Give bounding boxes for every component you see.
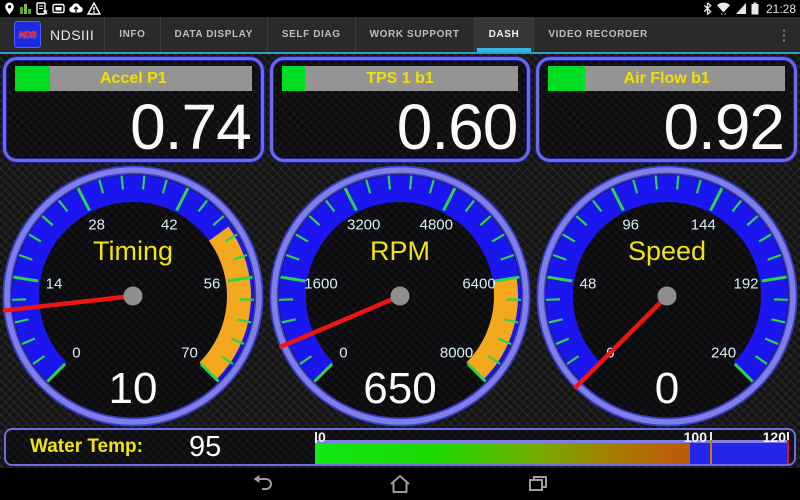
- gauge-rpm: 0 1600 3200 4800 6400 8000 RPM 650: [267, 164, 533, 428]
- tab-dash[interactable]: DASH: [474, 17, 534, 52]
- water-temp-bar: 0 100 120: [315, 430, 789, 464]
- water-temp-scale-label: 100: [684, 430, 707, 444]
- scale-number: 8000: [440, 345, 473, 362]
- android-nav-bar: [0, 468, 800, 500]
- water-temp-scale-tick: [315, 432, 317, 443]
- needle-hub: [124, 287, 143, 306]
- minor-tick: [143, 176, 144, 190]
- scale-number: 0: [339, 345, 347, 362]
- needle-hub: [658, 287, 677, 306]
- home-button[interactable]: [382, 470, 418, 498]
- scale-number: 96: [622, 217, 639, 234]
- scale-number: 42: [161, 217, 178, 234]
- gauge-value: 650: [363, 364, 436, 413]
- recents-button[interactable]: [520, 470, 556, 498]
- scale-number: 240: [711, 345, 736, 362]
- cell-signal-icon: [735, 2, 747, 15]
- status-bar: 21:28: [0, 0, 800, 17]
- digital-gauge-airflow: Air Flow b1 0.92: [536, 57, 797, 162]
- screenshot-icon: [52, 2, 65, 15]
- water-temp-scale-label: 0: [318, 430, 326, 444]
- digital-gauge-accel: Accel P1 0.74: [3, 57, 264, 162]
- water-temp-scale-label: 120: [763, 430, 786, 444]
- tab-strip: INFODATA DISPLAYSELF DIAGWORK SUPPORTDAS…: [104, 17, 662, 52]
- water-temp-value: 95: [189, 431, 221, 464]
- overflow-menu-button[interactable]: ⋮: [772, 17, 796, 52]
- scale-number: 70: [181, 345, 198, 362]
- scale-number: 4800: [420, 217, 453, 234]
- gauge-speed: 04896144192240Speed0: [534, 164, 800, 428]
- water-temp-track: [315, 440, 789, 464]
- tab-self-diag[interactable]: SELF DIAG: [267, 17, 355, 52]
- gauge-value: 10: [109, 364, 158, 413]
- scale-number: 28: [88, 217, 105, 234]
- tab-info[interactable]: INFO: [104, 17, 159, 52]
- back-button[interactable]: [244, 470, 280, 498]
- digital-gauge-title: Accel P1: [15, 66, 252, 91]
- app-name: NDSIII: [50, 27, 94, 43]
- recents-icon: [527, 474, 549, 494]
- minor-tick: [656, 176, 657, 190]
- water-temp-limit-line: [787, 440, 789, 464]
- minor-tick: [389, 176, 390, 190]
- scale-number: 48: [580, 275, 597, 292]
- gauge-label: Timing: [93, 236, 173, 266]
- signal-stats-icon: [19, 2, 32, 15]
- minor-tick: [410, 176, 411, 190]
- scale-number: 56: [204, 275, 221, 292]
- water-temp-label: Water Temp:: [30, 436, 143, 458]
- gauge-value: 0: [655, 364, 679, 413]
- clock: 21:28: [766, 2, 796, 16]
- warning-icon: [87, 2, 101, 15]
- digital-gauge-value: 0.60: [397, 93, 518, 161]
- scale-number: 0: [72, 345, 80, 362]
- app-brand: NDS NDSIII: [0, 17, 104, 52]
- minor-tick: [677, 176, 678, 190]
- digital-gauge-tps: TPS 1 b1 0.60: [270, 57, 531, 162]
- water-temp-fill: [315, 443, 690, 464]
- back-icon: [251, 474, 273, 494]
- digital-gauge-title: TPS 1 b1: [282, 66, 519, 91]
- digital-gauge-header: Air Flow b1: [548, 66, 785, 91]
- gauge-label: Speed: [628, 236, 706, 266]
- digital-gauge-title: Air Flow b1: [548, 66, 785, 91]
- scale-number: 6400: [462, 275, 495, 292]
- nds-logo: NDS: [14, 21, 41, 48]
- file-x-icon: [36, 2, 48, 15]
- water-temp-limit-line: [710, 440, 712, 464]
- content-divider: [0, 52, 800, 54]
- status-bar-right-icons: 21:28: [703, 2, 796, 16]
- scale-number: 14: [46, 275, 63, 292]
- needle-hub: [391, 287, 410, 306]
- water-temp-panel: Water Temp: 95 0 100 120: [4, 428, 796, 466]
- minor-tick: [122, 176, 123, 190]
- digital-gauge-value: 0.92: [663, 93, 784, 161]
- scale-number: 1600: [304, 275, 337, 292]
- upload-cloud-icon: [69, 2, 83, 15]
- digital-gauge-header: TPS 1 b1: [282, 66, 519, 91]
- digital-gauge-header: Accel P1: [15, 66, 252, 91]
- status-bar-left-icons: [4, 2, 101, 15]
- battery-icon: [751, 2, 759, 15]
- tab-video-recorder[interactable]: VIDEO RECORDER: [533, 17, 662, 52]
- scale-number: 3200: [347, 217, 380, 234]
- home-icon: [388, 474, 412, 494]
- tab-data-display[interactable]: DATA DISPLAY: [160, 17, 267, 52]
- tab-work-support[interactable]: WORK SUPPORT: [355, 17, 474, 52]
- digital-gauge-value: 0.74: [130, 93, 251, 161]
- digital-gauge-row: Accel P1 0.74 TPS 1 b1 0.60 Air Flow b1 …: [3, 57, 797, 162]
- gauge-timing: 0 14 28 42 56 70 Timing 10: [0, 164, 266, 428]
- wifi-icon: [716, 2, 731, 15]
- analog-gauge-row: 0 14 28 42 56 70 Timing 10 0 1600 3200 4800 6400 800…: [0, 164, 800, 428]
- gauge-label: RPM: [370, 236, 430, 266]
- bluetooth-icon: [703, 2, 712, 15]
- scale-number: 144: [691, 217, 716, 234]
- location-icon: [4, 2, 15, 15]
- tab-bar: NDS NDSIII INFODATA DISPLAYSELF DIAGWORK…: [0, 17, 800, 52]
- app-screen: 21:28 NDS NDSIII INFODATA DISPLAYSELF DI…: [0, 0, 800, 500]
- scale-number: 192: [733, 275, 758, 292]
